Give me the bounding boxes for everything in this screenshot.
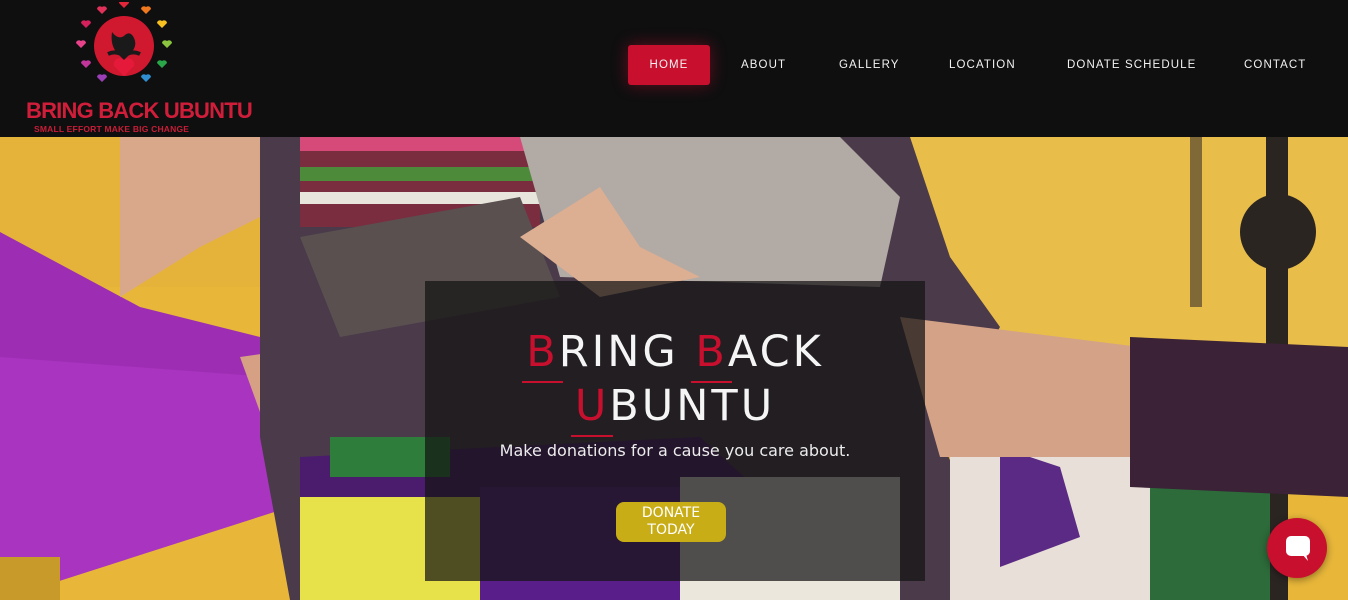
donate-today-button[interactable]: DONATE TODAY <box>616 502 726 542</box>
donate-button-line1: DONATE <box>641 505 701 521</box>
hero-subtitle: Make donations for a cause you care abou… <box>499 441 851 460</box>
heading-initial-b: B <box>526 327 559 377</box>
nav-gallery[interactable]: GALLERY <box>839 45 900 85</box>
chat-bubble-icon <box>1286 536 1310 561</box>
brand-tagline: SMALL EFFORT MAKE BIG CHANGE <box>34 124 190 134</box>
heading-text-buntu: BUNTU <box>609 381 776 431</box>
hero-heading-line2: UBUNTU <box>425 381 925 431</box>
hero-section: BRING BACK UBUNTU Make donations for a c… <box>0 137 1348 600</box>
heading-initial-b2: B <box>695 327 728 377</box>
donate-button-line2: TODAY <box>647 522 695 538</box>
brand-logo[interactable]: BRING BACK UBUNTU SMALL EFFORT MAKE BIG … <box>22 0 253 137</box>
nav-contact[interactable]: CONTACT <box>1244 45 1306 85</box>
heading-text-ring: RING <box>558 327 696 377</box>
heading-text-ack: ACK <box>727 327 824 377</box>
heading-initial-u: U <box>574 381 610 431</box>
chat-button[interactable] <box>1267 518 1327 578</box>
hero-heading-line1: BRING BACK <box>425 327 925 377</box>
site-header: BRING BACK UBUNTU SMALL EFFORT MAKE BIG … <box>0 0 1348 137</box>
nav-about[interactable]: ABOUT <box>741 45 786 85</box>
hero-overlay-panel: BRING BACK UBUNTU Make donations for a c… <box>425 281 925 581</box>
nav-donate-schedule[interactable]: DONATE SCHEDULE <box>1067 45 1196 85</box>
heart-hands-icon <box>76 2 172 82</box>
nav-location[interactable]: LOCATION <box>949 45 1016 85</box>
nav-home[interactable]: HOME <box>628 45 710 85</box>
brand-name: BRING BACK UBUNTU <box>26 98 253 123</box>
